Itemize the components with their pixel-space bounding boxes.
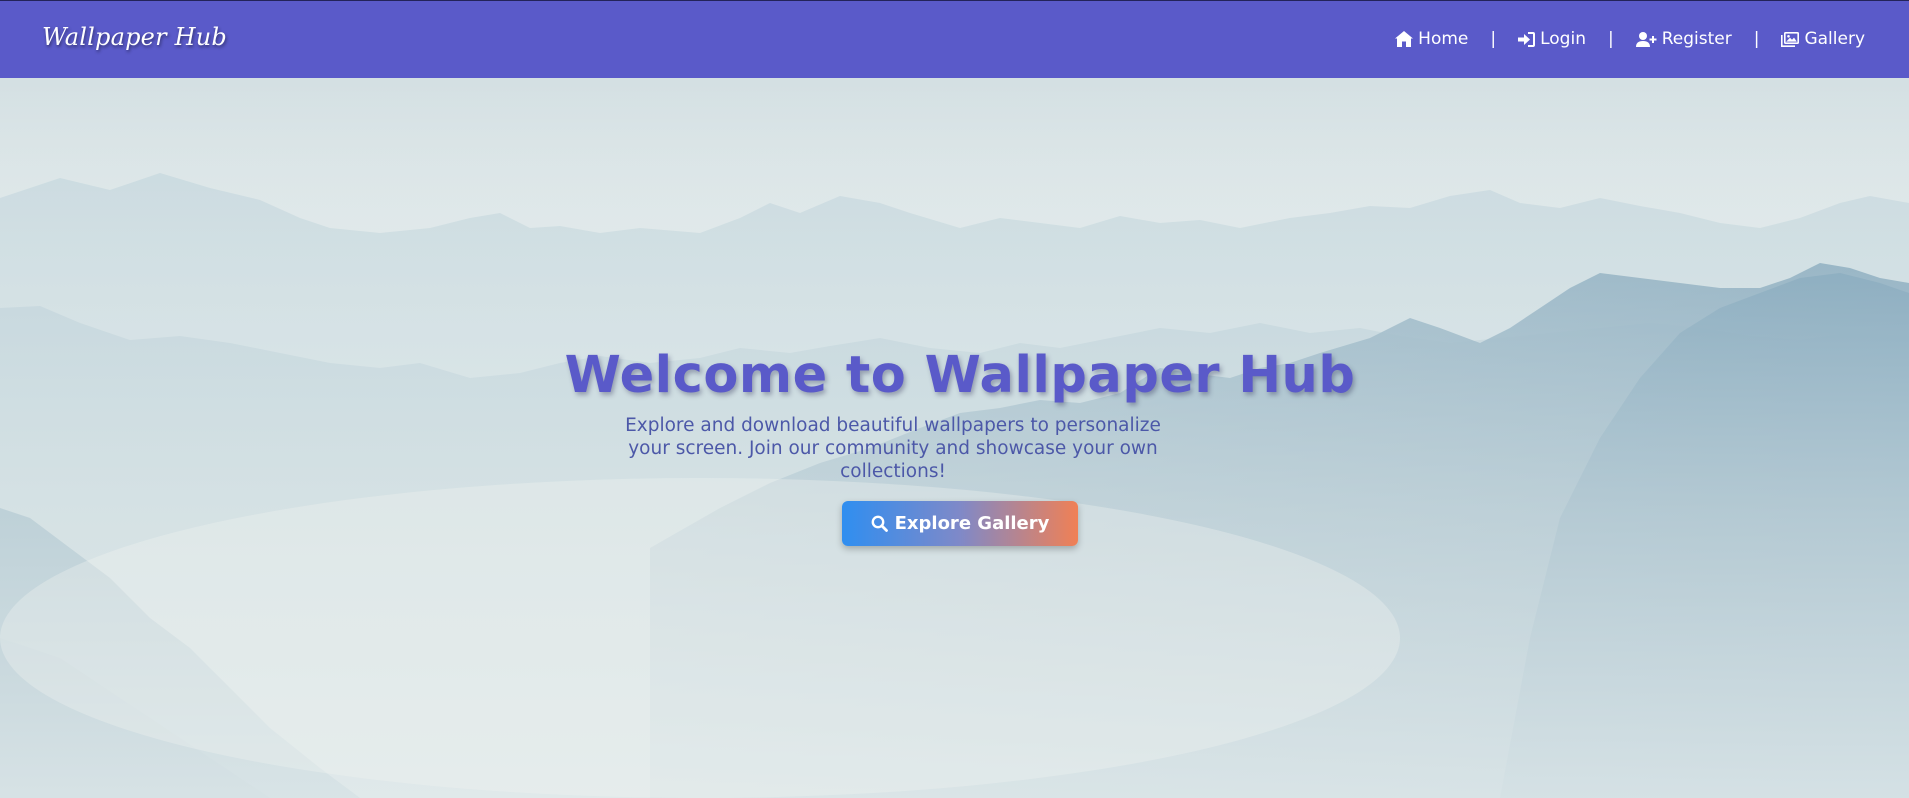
nav-gallery-label: Gallery [1804,29,1865,49]
nav-login[interactable]: Login [1518,29,1586,49]
images-icon [1781,31,1800,47]
main-nav: Home | Login | Register | Gallery [1395,29,1865,49]
nav-separator: | [1490,29,1497,49]
page: Wallpaper Hub Home | Login | Register | … [0,0,1909,798]
nav-gallery[interactable]: Gallery [1781,29,1865,49]
hero-section: Welcome to Wallpaper Hub Explore and dow… [0,78,1909,798]
explore-gallery-label: Explore Gallery [894,513,1050,534]
nav-home[interactable]: Home [1395,29,1468,49]
nav-login-label: Login [1540,29,1586,49]
home-icon [1395,31,1414,47]
nav-home-label: Home [1418,29,1469,49]
search-icon [871,515,888,532]
nav-separator: | [1753,29,1760,49]
nav-register[interactable]: Register [1635,29,1732,49]
explore-gallery-button[interactable]: Explore Gallery [842,501,1078,546]
sign-in-icon [1518,31,1536,47]
hero-subtitle: Explore and download beautiful wallpaper… [625,415,1161,482]
site-logo[interactable]: Wallpaper Hub [42,23,227,51]
nav-separator: | [1607,29,1614,49]
nav-register-label: Register [1661,29,1732,49]
user-plus-icon [1635,31,1657,47]
hero-title: Welcome to Wallpaper Hub [564,346,1356,405]
navbar: Wallpaper Hub Home | Login | Register | … [0,0,1909,78]
